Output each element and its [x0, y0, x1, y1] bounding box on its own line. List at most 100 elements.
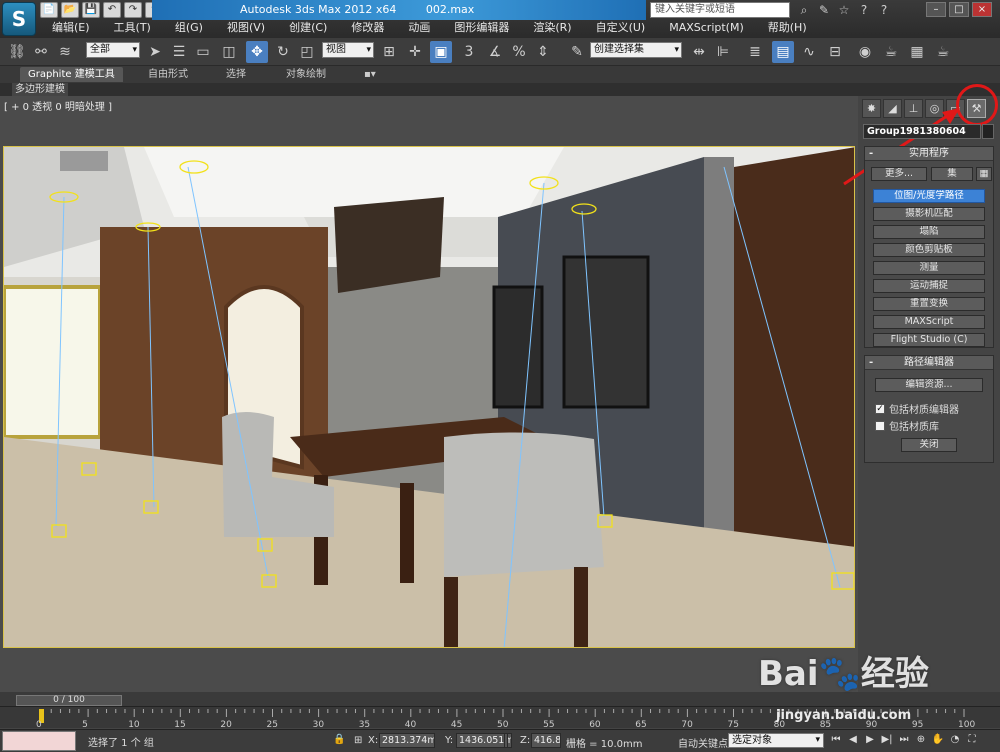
menu-graph-editors[interactable]: 图形编辑器 — [442, 20, 521, 36]
object-name-field[interactable]: Group1981380604 — [863, 124, 981, 139]
play-icon[interactable]: ▶ — [862, 732, 878, 748]
abs-mode-icon[interactable]: ⊞ — [354, 735, 362, 746]
pan-icon[interactable]: ✋ — [930, 732, 946, 748]
menu-customize[interactable]: 自定义(U) — [584, 20, 658, 36]
maximize-icon[interactable]: □ — [949, 2, 969, 17]
menu-group[interactable]: 组(G) — [163, 20, 215, 36]
tab-object-paint[interactable]: 对象绘制 — [278, 67, 334, 82]
utility-bitmap-paths[interactable]: 位图/光度学路径 — [873, 189, 985, 203]
curve-editor-icon[interactable]: ∿ — [798, 41, 820, 63]
info-icon[interactable]: ? — [856, 2, 872, 18]
utility-flight-studio[interactable]: Flight Studio (C) — [873, 333, 985, 347]
redo-icon[interactable]: ↷ — [124, 2, 142, 18]
time-slider-thumb[interactable]: 0 / 100 — [16, 695, 122, 706]
select-object-icon[interactable]: ➤ — [144, 41, 166, 63]
tab-selection[interactable]: 选择 — [218, 67, 254, 82]
key-filter-select[interactable]: 选定对象 — [728, 733, 824, 748]
reference-coord-select[interactable]: 视图 — [322, 42, 374, 58]
scene-render[interactable] — [3, 146, 855, 648]
menu-tools[interactable]: 工具(T) — [102, 20, 163, 36]
graphite-toggle-icon[interactable]: ▤ — [772, 41, 794, 63]
maxscript-listener[interactable] — [2, 731, 76, 751]
include-material-editor-checkbox[interactable]: ✓ — [875, 403, 885, 414]
z-coordinate-field[interactable]: 416.843m — [531, 733, 561, 748]
layer-manager-icon[interactable]: ≣ — [744, 41, 766, 63]
menu-help[interactable]: 帮助(H) — [756, 20, 819, 36]
mirror-icon[interactable]: ⇹ — [688, 41, 710, 63]
auto-key-button[interactable]: 自动关键点 — [678, 735, 728, 750]
rect-selection-icon[interactable]: ▭ — [192, 41, 214, 63]
path-editor-rollout-header[interactable]: - 路径编辑器 — [865, 356, 993, 370]
open-file-icon[interactable]: 📂 — [61, 2, 79, 18]
next-frame-icon[interactable]: ▶| — [879, 732, 895, 748]
angle-snap-icon[interactable]: ∡ — [484, 41, 506, 63]
edit-named-selection-icon[interactable]: ✎ — [566, 41, 588, 63]
maximize-viewport-icon[interactable]: ⛶ — [964, 732, 980, 748]
link-icon[interactable]: ⛓ — [6, 41, 28, 63]
app-menu-button[interactable]: S — [2, 2, 36, 36]
orbit-icon[interactable]: ◔ — [947, 732, 963, 748]
move-icon[interactable]: ✥ — [246, 41, 268, 63]
snap-toggle-icon[interactable]: 3 — [458, 41, 480, 63]
utility-measure[interactable]: 测量 — [873, 261, 985, 275]
more-button[interactable]: 更多... — [871, 167, 927, 181]
unlink-icon[interactable]: ⚯ — [30, 41, 52, 63]
new-file-icon[interactable]: 📄 — [40, 2, 58, 18]
utility-reset-xform[interactable]: 重置变换 — [873, 297, 985, 311]
minimize-icon[interactable]: – — [926, 2, 946, 17]
save-file-icon[interactable]: 💾 — [82, 2, 100, 18]
close-button[interactable]: 关闭 — [901, 438, 957, 452]
spinner-snap-icon[interactable]: ⇕ — [532, 41, 554, 63]
tab-graphite-modeling[interactable]: Graphite 建模工具 — [20, 67, 123, 82]
x-coordinate-field[interactable]: 2813.374m — [379, 733, 435, 748]
tab-freeform[interactable]: 自由形式 — [140, 67, 196, 82]
bind-spacewarp-icon[interactable]: ≋ — [54, 41, 76, 63]
keyboard-shortcut-icon[interactable]: ▣ — [430, 41, 452, 63]
close-icon[interactable]: × — [972, 2, 992, 17]
utility-motion-capture[interactable]: 运动捕捉 — [873, 279, 985, 293]
menu-create[interactable]: 创建(C) — [277, 20, 339, 36]
binoculars-icon[interactable]: ⌕ — [796, 2, 812, 18]
star-icon[interactable]: ☆ — [836, 2, 852, 18]
window-crossing-icon[interactable]: ◫ — [218, 41, 240, 63]
selection-lock-icon[interactable]: 🔒 — [333, 734, 345, 747]
viewport-label[interactable]: [ + 0 透视 0 明暗处理 ] — [4, 98, 112, 113]
selection-filter-select[interactable]: 全部 — [86, 42, 140, 58]
menu-rendering[interactable]: 渲染(R) — [521, 20, 583, 36]
polygon-modeling-label[interactable]: 多边形建模 — [12, 83, 68, 96]
menu-animation[interactable]: 动画 — [396, 20, 442, 36]
tools-icon[interactable]: ✎ — [816, 2, 832, 18]
select-manipulate-icon[interactable]: ✛ — [404, 41, 426, 63]
menu-edit[interactable]: 编辑(E) — [40, 20, 102, 36]
include-material-editor-row[interactable]: ✓ 包括材质编辑器 — [875, 401, 959, 416]
sets-button[interactable]: 集 — [931, 167, 973, 181]
undo-icon[interactable]: ↶ — [103, 2, 121, 18]
include-material-library-checkbox[interactable] — [875, 420, 885, 431]
material-editor-icon[interactable]: ◉ — [854, 41, 876, 63]
select-by-name-icon[interactable]: ☰ — [168, 41, 190, 63]
help-icon[interactable]: ? — [876, 2, 892, 18]
ribbon-options-icon[interactable]: ▪▾ — [356, 67, 384, 82]
percent-snap-icon[interactable]: % — [508, 41, 530, 63]
go-to-end-icon[interactable]: ⏭ — [896, 732, 912, 748]
object-color-swatch[interactable] — [982, 124, 994, 139]
go-to-start-icon[interactable]: ⏮ — [828, 732, 844, 748]
rotate-icon[interactable]: ↻ — [272, 41, 294, 63]
utility-maxscript[interactable]: MAXScript — [873, 315, 985, 329]
schematic-view-icon[interactable]: ⊟ — [824, 41, 846, 63]
configure-sets-icon[interactable]: ▦ — [976, 167, 992, 181]
prev-frame-icon[interactable]: ◀ — [845, 732, 861, 748]
pivot-center-icon[interactable]: ⊞ — [378, 41, 400, 63]
utility-collapse[interactable]: 塌陷 — [873, 225, 985, 239]
menu-modifiers[interactable]: 修改器 — [339, 20, 396, 36]
edit-resources-button[interactable]: 编辑资源... — [875, 378, 983, 392]
zoom-extents-icon[interactable]: ⊕ — [913, 732, 929, 748]
named-selection-select[interactable]: 创建选择集 — [590, 42, 682, 58]
render-setup-icon[interactable]: ☕ — [880, 41, 902, 63]
include-material-library-row[interactable]: 包括材质库 — [875, 418, 939, 433]
utilities-rollout-header[interactable]: - 实用程序 — [865, 147, 993, 161]
rendered-frame-icon[interactable]: ▦ — [906, 41, 928, 63]
utility-camera-match[interactable]: 摄影机匹配 — [873, 207, 985, 221]
align-icon[interactable]: ⊫ — [712, 41, 734, 63]
utility-color-clipboard[interactable]: 颜色剪贴板 — [873, 243, 985, 257]
